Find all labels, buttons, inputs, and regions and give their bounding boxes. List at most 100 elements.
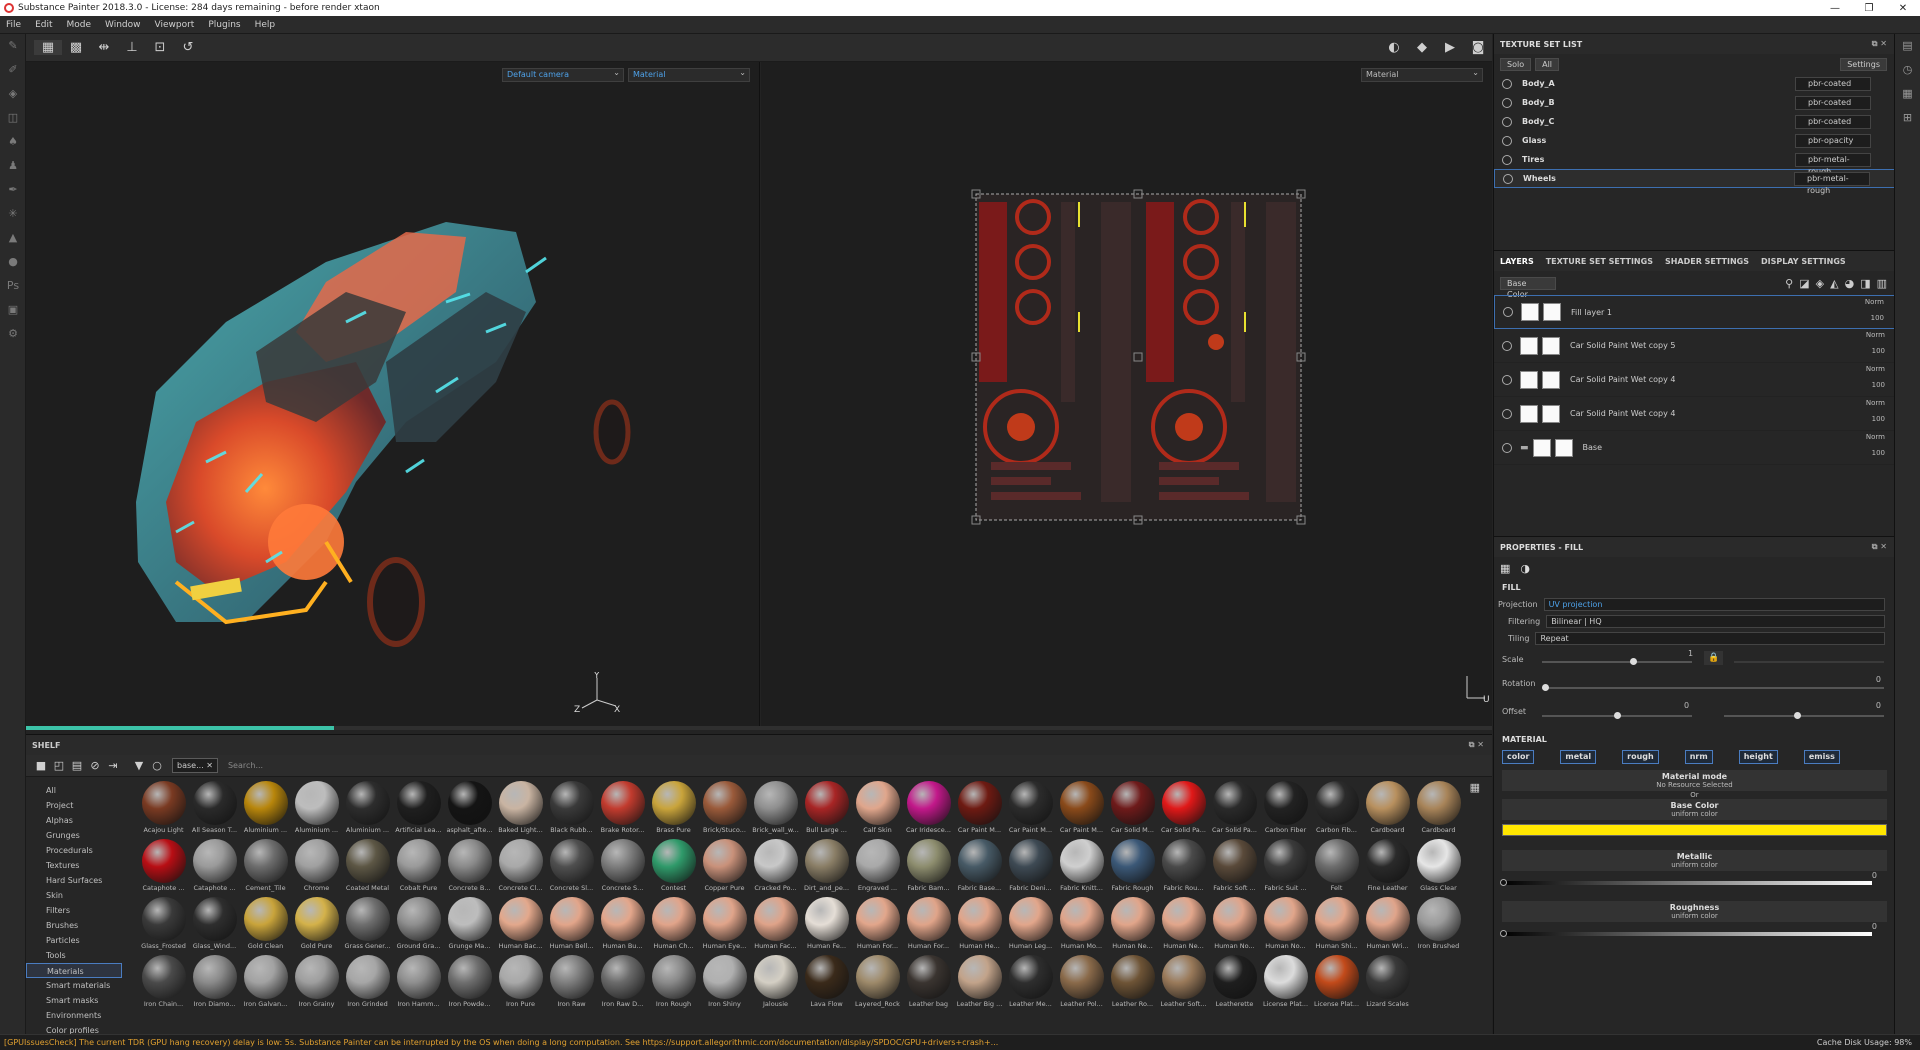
material-thumbnail[interactable]: Leather bag xyxy=(903,955,954,1013)
layer-row[interactable]: Car Solid Paint Wet copy 4 Norm 100 xyxy=(1494,397,1895,431)
fill-bucket-icon[interactable]: ◭ xyxy=(1830,277,1838,290)
scale-slider[interactable] xyxy=(1542,661,1692,663)
material-thumbnail[interactable]: Jalousie xyxy=(750,955,801,1013)
metallic-slider[interactable] xyxy=(1502,881,1872,885)
paint-brush-icon[interactable]: ✎ xyxy=(0,34,26,58)
opacity-value[interactable]: 100 xyxy=(1871,314,1884,322)
material-thumbnail[interactable]: Iron Raw xyxy=(546,955,597,1013)
menu-edit[interactable]: Edit xyxy=(35,20,52,30)
material-thumbnail[interactable]: Leather Pol... xyxy=(1056,955,1107,1013)
material-thumbnail[interactable]: Fabric Bam... xyxy=(903,839,954,897)
layer-visibility-icon[interactable] xyxy=(1503,307,1513,317)
shelf-category-item[interactable]: Particles xyxy=(26,933,122,948)
material-thumbnail[interactable]: Car Solid M... xyxy=(1107,781,1158,839)
material-thumbnail[interactable]: Felt xyxy=(1311,839,1362,897)
material-thumbnail[interactable]: Leather Soft... xyxy=(1158,955,1209,1013)
photoshop-icon[interactable]: Ps xyxy=(0,274,26,298)
shelf-category-item[interactable]: Brushes xyxy=(26,918,122,933)
properties-controls-icon[interactable]: ⧉ ✕ xyxy=(1872,542,1887,552)
paint-layer-icon[interactable]: ◕ xyxy=(1845,277,1855,290)
settings-button[interactable]: Settings xyxy=(1840,57,1887,71)
channel-metal-button[interactable]: metal xyxy=(1560,750,1597,764)
material-thumbnail[interactable]: Chrome xyxy=(291,839,342,897)
add-folder-icon[interactable]: ◨ xyxy=(1860,277,1870,290)
material-thumbnail[interactable]: Cataphote ... xyxy=(138,839,189,897)
material-thumbnail[interactable]: Iron Grainy xyxy=(291,955,342,1013)
material-thumbnail[interactable]: Iron Diamo... xyxy=(189,955,240,1013)
material-thumbnail[interactable]: Grunge Ma... xyxy=(444,897,495,955)
material-thumbnail[interactable]: Brass Pure xyxy=(648,781,699,839)
material-thumbnail[interactable]: Cardboard xyxy=(1362,781,1413,839)
material-thumbnail[interactable]: License Plat... xyxy=(1260,955,1311,1013)
shelf-category-item[interactable]: Alphas xyxy=(26,813,122,828)
material-thumbnail[interactable]: License Plat... xyxy=(1311,955,1362,1013)
material-thumbnail[interactable]: Fabric Soft ... xyxy=(1209,839,1260,897)
material-thumbnail[interactable]: Human For... xyxy=(852,897,903,955)
shelf-category-item[interactable]: Environments xyxy=(26,1008,122,1023)
shelf-category-item[interactable]: Skin xyxy=(26,888,122,903)
material-thumbnail[interactable]: Cobalt Pure xyxy=(393,839,444,897)
layer-row[interactable]: Fill layer 1 Norm 100 xyxy=(1494,295,1895,329)
add-mask-icon[interactable]: ◪ xyxy=(1799,277,1809,290)
shelf-category-item[interactable]: Procedurals xyxy=(26,843,122,858)
filtering-dropdown[interactable]: Bilinear | HQ xyxy=(1546,615,1885,628)
material-thumbnail[interactable]: Human He... xyxy=(954,897,1005,955)
material-thumbnail[interactable]: Human No... xyxy=(1260,897,1311,955)
clone-icon[interactable]: ♟ xyxy=(0,154,26,178)
material-thumbnail[interactable]: Car Paint M... xyxy=(1005,781,1056,839)
projection-dropdown[interactable]: UV projection xyxy=(1543,598,1885,611)
material-thumbnail[interactable]: Car Solid Pa... xyxy=(1209,781,1260,839)
viewport-2d[interactable]: Material ⌄ U xyxy=(761,62,1492,728)
solo-button[interactable]: Solo xyxy=(1500,57,1532,71)
material-thumbnail[interactable]: Human Eye... xyxy=(699,897,750,955)
blend-mode-dropdown[interactable]: Norm xyxy=(1865,298,1884,306)
filter-icon[interactable]: ▼ xyxy=(130,759,148,772)
texture-set-row[interactable]: Tires pbr-metal-rough xyxy=(1494,150,1895,176)
metallic-handle[interactable] xyxy=(1500,879,1507,886)
material-thumbnail[interactable]: Engraved ... xyxy=(852,839,903,897)
material-thumbnail[interactable]: Leather Me... xyxy=(1005,955,1056,1013)
close-icon[interactable]: ✕ xyxy=(1886,3,1920,14)
material-thumbnail[interactable]: Cataphote ... xyxy=(189,839,240,897)
texture-set-row[interactable]: Body_C pbr-coated xyxy=(1494,112,1895,131)
material-thumbnail[interactable]: Carbon Fib... xyxy=(1311,781,1362,839)
circle-filter-icon[interactable]: ○ xyxy=(148,759,166,772)
opacity-value[interactable]: 100 xyxy=(1872,347,1885,355)
polygon-fill-icon[interactable]: ✳ xyxy=(0,202,26,226)
texture-set-row[interactable]: Glass pbr-opacity xyxy=(1494,131,1895,150)
viewport-3d[interactable]: Default camera Material xyxy=(26,62,760,728)
material-thumbnail[interactable]: Iron Raw D... xyxy=(597,955,648,1013)
material-thumbnail[interactable]: Black Rubb... xyxy=(546,781,597,839)
align-icon[interactable]: ⊥ xyxy=(118,40,146,55)
add-effect-icon[interactable]: ⚲ xyxy=(1785,277,1793,290)
grid-layout-icon[interactable]: ▩ xyxy=(62,40,90,55)
cube-view-icon[interactable]: ◆ xyxy=(1408,40,1436,55)
material-thumbnail[interactable]: Fabric Rou... xyxy=(1158,839,1209,897)
opacity-value[interactable]: 100 xyxy=(1872,415,1885,423)
screenshot-icon[interactable]: ◙ xyxy=(1464,40,1492,55)
blend-mode-dropdown[interactable]: Norm xyxy=(1866,365,1885,373)
menu-window[interactable]: Window xyxy=(105,20,141,30)
channel-rough-button[interactable]: rough xyxy=(1622,750,1659,764)
texture-set-row[interactable]: Body_A pbr-coated xyxy=(1494,74,1895,93)
material-thumbnail[interactable]: All Season T... xyxy=(189,781,240,839)
rotation-slider-handle[interactable] xyxy=(1542,684,1549,691)
material-thumbnail[interactable]: Fabric Base... xyxy=(954,839,1005,897)
texture-set-row[interactable]: Wheels pbr-metal-rough xyxy=(1494,169,1895,195)
import-icon[interactable]: ⇥ xyxy=(104,759,122,772)
material-thumbnail[interactable]: Cracked Po... xyxy=(750,839,801,897)
roughness-handle[interactable] xyxy=(1500,930,1507,937)
material-thumbnail[interactable]: Brake Rotor... xyxy=(597,781,648,839)
opacity-value[interactable]: 100 xyxy=(1872,449,1885,457)
shader-dropdown[interactable]: pbr-coated xyxy=(1795,114,1871,129)
layer-row[interactable]: Car Solid Paint Wet copy 4 Norm 100 xyxy=(1494,363,1895,397)
projection-icon[interactable]: ◈ xyxy=(0,82,26,106)
rotation-slider[interactable] xyxy=(1542,687,1884,689)
tab-texture-set-settings[interactable]: TEXTURE SET SETTINGS xyxy=(1546,257,1653,266)
material-thumbnail[interactable]: Iron Galvan... xyxy=(240,955,291,1013)
material-thumbnail[interactable]: Concrete S... xyxy=(597,839,648,897)
material-thumbnail[interactable]: Iron Chain... xyxy=(138,955,189,1013)
material-thumbnail[interactable]: Coated Metal xyxy=(342,839,393,897)
smart-material-icon[interactable]: ◈ xyxy=(1816,277,1824,290)
material-thumbnail[interactable]: Gold Clean xyxy=(240,897,291,955)
